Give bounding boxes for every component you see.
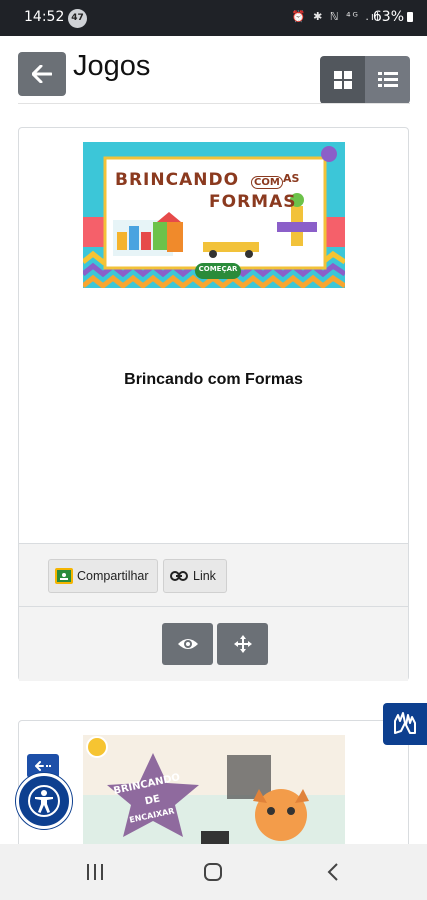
- thumbnail-title-as: AS: [283, 172, 300, 185]
- recent-apps-button[interactable]: [75, 856, 115, 888]
- move-button[interactable]: [217, 623, 268, 665]
- back-button[interactable]: [18, 52, 66, 96]
- home-icon: [204, 863, 222, 881]
- back-nav-button[interactable]: [313, 856, 353, 888]
- battery-status: 63%: [373, 9, 413, 25]
- accessibility-person-icon: [28, 785, 60, 817]
- share-toolbar: Compartilhar Link: [19, 543, 408, 607]
- game-card: BRINCANDO COM AS FORMAS COMEÇAR Brincand…: [18, 127, 409, 681]
- system-status-icons: ⏰ ✱ ℕ ⁴ᴳ .ıl: [291, 10, 381, 23]
- share-button-label: Compartilhar: [77, 569, 149, 583]
- thumbnail-title-line2: FORMAS: [209, 192, 297, 212]
- battery-percent: 63%: [372, 9, 404, 25]
- arrow-left-icon: [32, 65, 52, 83]
- thumbnail-start-button[interactable]: COMEÇAR: [195, 265, 241, 273]
- home-button[interactable]: [193, 856, 233, 888]
- page-header: Jogos: [0, 36, 427, 106]
- google-classroom-icon: [55, 568, 73, 584]
- move-arrows-icon: [233, 635, 252, 653]
- game-card: BRINCANDO DE ENCAIXAR: [18, 720, 409, 860]
- android-navigation-bar: [0, 844, 427, 900]
- game-thumbnail-art: [83, 735, 345, 859]
- list-view-button[interactable]: [365, 56, 410, 104]
- list-icon: [377, 72, 398, 87]
- actions-toolbar: [19, 607, 408, 681]
- eye-icon: [177, 639, 198, 649]
- view-toggle: [320, 56, 410, 104]
- notification-badge: 47: [68, 9, 87, 28]
- game-title: Brincando com Formas: [124, 371, 303, 388]
- grid-icon: [333, 71, 352, 89]
- link-button-label: Link: [193, 569, 216, 583]
- copy-link-button[interactable]: Link: [163, 559, 227, 593]
- share-classroom-button[interactable]: Compartilhar: [48, 559, 158, 593]
- thumbnail-title-line1: BRINCANDO: [115, 170, 240, 190]
- hands-sign-language-icon: [394, 712, 416, 734]
- game-thumbnail[interactable]: BRINCANDO DE ENCAIXAR: [83, 735, 345, 859]
- chevron-left-icon: [327, 863, 338, 881]
- page-title: Jogos: [73, 50, 151, 82]
- grid-view-button[interactable]: [320, 56, 365, 104]
- header-divider: [18, 103, 410, 104]
- battery-icon: [407, 12, 413, 22]
- link-icon: [170, 571, 188, 581]
- thumbnail-title-com: COM: [251, 176, 283, 189]
- preview-button[interactable]: [162, 623, 213, 665]
- status-time: 14:52: [24, 9, 65, 25]
- recent-apps-icon: [87, 864, 103, 880]
- status-bar: 14:52 47 ⏰ ✱ ℕ ⁴ᴳ .ıl 63%: [0, 0, 427, 36]
- game-thumbnail[interactable]: BRINCANDO COM AS FORMAS COMEÇAR: [83, 142, 345, 288]
- arrow-left-collapse-icon: [35, 761, 51, 771]
- accessibility-menu-button[interactable]: [16, 773, 72, 829]
- libras-sign-language-button[interactable]: [383, 703, 427, 745]
